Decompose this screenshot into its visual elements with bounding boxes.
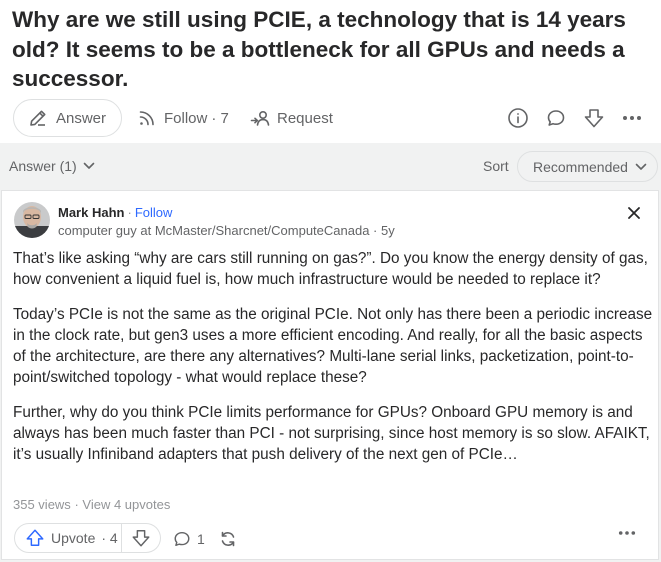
- vote-bar: Upvote · 4: [14, 523, 161, 553]
- author-name[interactable]: Mark Hahn: [58, 205, 124, 220]
- answers-bar: Answer (1) Sort Recommended: [0, 143, 661, 189]
- downvote-icon: [583, 107, 605, 129]
- question-card: Why are we still using PCIE, a technolog…: [0, 0, 661, 143]
- question-actions: Answer Follow · 7 Request: [0, 99, 661, 137]
- comment-icon: [173, 530, 191, 548]
- answer-button[interactable]: Answer: [13, 99, 122, 137]
- answer-button-label: Answer: [56, 109, 107, 127]
- author-credential: computer guy at McMaster/Sharcnet/Comput…: [58, 223, 395, 238]
- views-count: 355 views: [13, 497, 71, 512]
- share-button[interactable]: [218, 529, 238, 549]
- upvote-icon: [25, 528, 45, 548]
- close-icon: [624, 203, 644, 223]
- answer-paragraph[interactable]: Further, why do you think PCIe limits pe…: [13, 402, 653, 465]
- answer-stats: 355 views · View 4 upvotes: [13, 497, 170, 512]
- upvote-button[interactable]: Upvote · 4: [14, 523, 122, 553]
- downvote-question-button[interactable]: [580, 99, 608, 137]
- answer-count-dropdown[interactable]: Answer (1): [9, 158, 95, 174]
- follow-button-label: Follow: [164, 109, 208, 127]
- share-icon: [218, 529, 238, 549]
- answer-body: That’s like asking “why are cars still r…: [13, 248, 653, 479]
- stats-separator: ·: [74, 497, 79, 512]
- question-title[interactable]: Why are we still using PCIE, a technolog…: [12, 5, 652, 94]
- sort-label: Sort: [483, 158, 509, 174]
- answer-count-label: Answer (1): [9, 158, 77, 174]
- request-answer-button[interactable]: Request: [250, 99, 333, 137]
- follow-count: · 7: [211, 109, 229, 127]
- more-icon: [618, 530, 636, 536]
- downvote-answer-button[interactable]: [122, 523, 161, 553]
- follow-signal-icon: [137, 108, 157, 128]
- request-person-icon: [250, 108, 272, 128]
- answer-paragraph: Today’s PCIe is not the same as the orig…: [13, 306, 653, 386]
- sort-dropdown[interactable]: Recommended: [517, 151, 658, 182]
- view-upvotes-link[interactable]: View 4 upvotes: [82, 497, 170, 512]
- info-button[interactable]: [504, 99, 532, 137]
- request-button-label: Request: [277, 109, 333, 127]
- pencil-icon: [28, 108, 48, 128]
- comment-count: 1: [197, 531, 205, 547]
- answer-comment-button[interactable]: 1: [173, 530, 205, 548]
- upvote-count: · 4: [101, 530, 118, 546]
- upvote-label: Upvote: [51, 530, 96, 546]
- chevron-down-icon: [635, 163, 647, 171]
- more-icon: [622, 115, 642, 121]
- question-comment-button[interactable]: [542, 99, 570, 137]
- close-answer-button[interactable]: [624, 203, 644, 223]
- downvote-icon: [131, 528, 151, 548]
- answer-more-button[interactable]: [618, 530, 636, 536]
- follow-author-link[interactable]: Follow: [135, 205, 173, 220]
- answer-card: Mark Hahn · Follow computer guy at McMas…: [1, 190, 659, 560]
- answer-paragraph: That’s like asking “why are cars still r…: [13, 250, 648, 288]
- comment-icon: [546, 108, 566, 128]
- sort-value: Recommended: [533, 158, 628, 175]
- author-separator: ·: [127, 205, 132, 220]
- question-more-button[interactable]: [618, 99, 646, 137]
- avatar[interactable]: [14, 202, 50, 238]
- follow-question-button[interactable]: Follow · 7: [137, 99, 229, 137]
- info-icon: [507, 107, 529, 129]
- chevron-down-icon: [83, 162, 95, 170]
- author-line: Mark Hahn · Follow: [58, 205, 172, 220]
